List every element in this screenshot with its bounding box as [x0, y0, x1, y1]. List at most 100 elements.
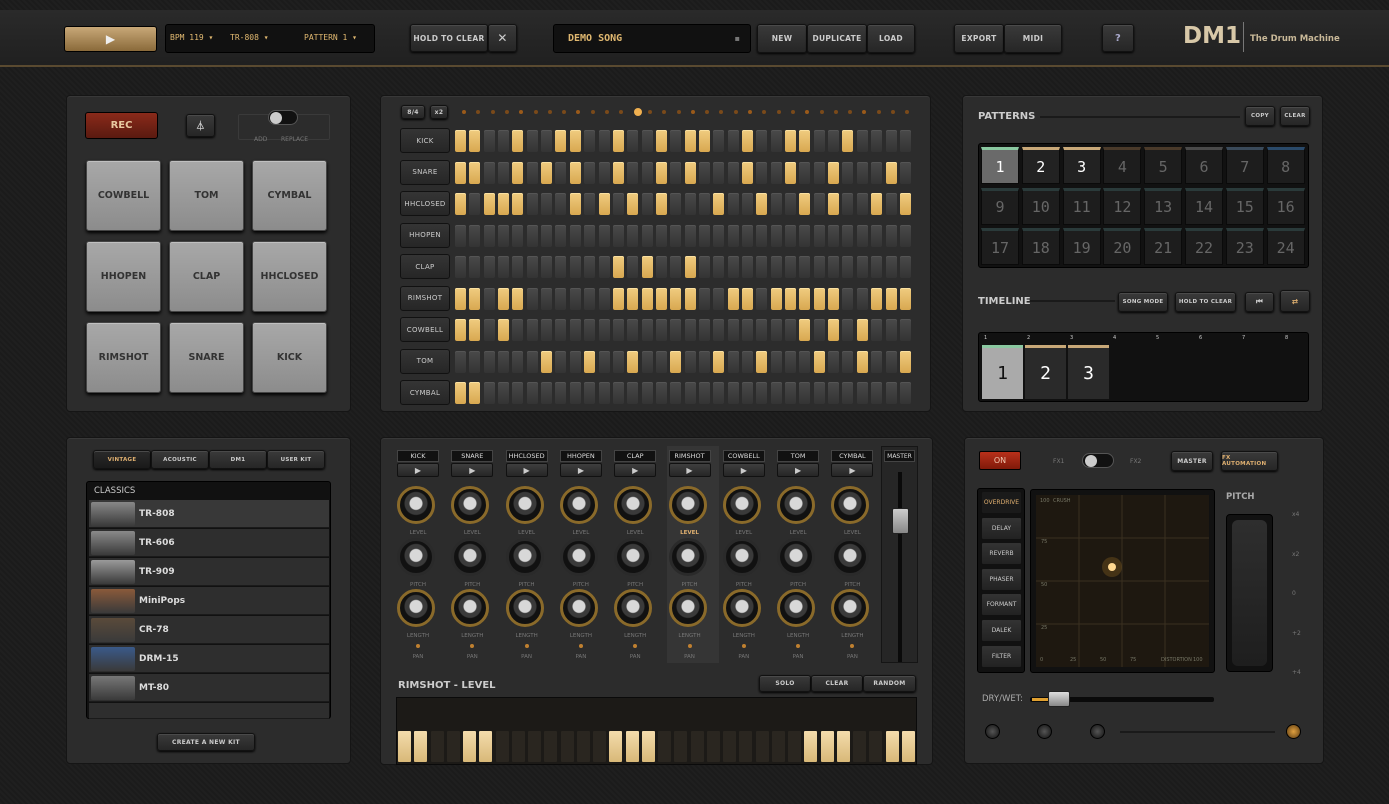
step-button[interactable]: [856, 287, 868, 310]
track-label-kick[interactable]: KICK: [400, 128, 450, 153]
step-button[interactable]: [483, 256, 495, 278]
step-button[interactable]: [727, 161, 739, 184]
step-button[interactable]: [799, 319, 811, 341]
pattern-cell-11[interactable]: 11: [1062, 187, 1101, 225]
step-button[interactable]: [541, 161, 553, 184]
fx-effect-formant[interactable]: FORMANT: [981, 593, 1022, 617]
step-button[interactable]: [483, 130, 495, 152]
step-button[interactable]: [512, 287, 524, 310]
step-button[interactable]: [555, 161, 567, 184]
channel-level-knob[interactable]: [668, 486, 707, 524]
step-button[interactable]: [526, 130, 538, 152]
step-button[interactable]: [612, 224, 624, 247]
step-button[interactable]: [455, 130, 466, 152]
step-button[interactable]: [813, 161, 825, 184]
level-step[interactable]: [869, 731, 883, 762]
step-button[interactable]: [541, 130, 553, 152]
step-button[interactable]: [541, 319, 553, 341]
step-button[interactable]: [526, 161, 538, 184]
step-button[interactable]: [512, 193, 524, 215]
step-button[interactable]: [785, 130, 797, 152]
step-button[interactable]: [526, 287, 538, 310]
pattern-cell-5[interactable]: 5: [1144, 147, 1183, 184]
level-step[interactable]: [398, 731, 411, 762]
step-button[interactable]: [713, 256, 725, 278]
step-button[interactable]: [555, 382, 567, 404]
step-button[interactable]: [899, 382, 911, 404]
step-button[interactable]: [469, 130, 481, 152]
pattern-cell-6[interactable]: 6: [1185, 147, 1223, 184]
step-button[interactable]: [885, 130, 897, 152]
step-button[interactable]: [627, 256, 639, 278]
pattern-cell-1[interactable]: 1: [981, 147, 1019, 184]
fx-knob-3[interactable]: [1090, 724, 1105, 739]
channel-length-knob[interactable]: [777, 589, 816, 627]
step-button[interactable]: [526, 256, 538, 278]
channel-length-knob[interactable]: [505, 589, 544, 627]
step-button[interactable]: [498, 382, 510, 404]
level-step[interactable]: [853, 731, 866, 762]
step-button[interactable]: [856, 319, 868, 341]
step-button[interactable]: [756, 350, 768, 373]
step-button[interactable]: [885, 287, 897, 310]
step-button[interactable]: [455, 319, 466, 341]
step-button[interactable]: [569, 350, 581, 373]
step-button[interactable]: [828, 382, 840, 404]
pattern-cell-7[interactable]: 7: [1225, 147, 1264, 184]
step-button[interactable]: [756, 287, 768, 310]
pattern-cell-23[interactable]: 23: [1225, 228, 1264, 265]
pattern-cell-2[interactable]: 2: [1021, 147, 1060, 184]
pattern-cell-24[interactable]: 24: [1266, 228, 1305, 265]
channel-level-knob[interactable]: [777, 486, 816, 524]
channel-level-knob[interactable]: [831, 486, 870, 524]
step-button[interactable]: [813, 193, 825, 215]
channel-play-button[interactable]: ▶: [831, 463, 874, 477]
step-button[interactable]: [828, 350, 840, 373]
channel-pitch-knob[interactable]: [505, 538, 544, 576]
kit-item-cr-78[interactable]: CR-78: [89, 616, 329, 644]
copy-pattern-button[interactable]: COPY: [1245, 106, 1275, 126]
level-step[interactable]: [463, 731, 476, 762]
track-label-rimshot[interactable]: RIMSHOT: [400, 285, 450, 311]
pattern-cell-20[interactable]: 20: [1103, 228, 1142, 265]
step-button[interactable]: [655, 256, 667, 278]
step-button[interactable]: [899, 224, 911, 247]
step-button[interactable]: [455, 193, 466, 215]
bpm-select[interactable]: BPM 119 ▾: [170, 33, 222, 42]
hold-to-clear-button[interactable]: HOLD TO CLEAR: [410, 24, 488, 52]
step-button[interactable]: [785, 256, 797, 278]
step-button[interactable]: [498, 161, 510, 184]
load-song-button[interactable]: LOAD: [867, 24, 915, 53]
channel-level-knob[interactable]: [722, 486, 761, 524]
step-button[interactable]: [713, 350, 725, 373]
step-button[interactable]: [469, 287, 481, 310]
metronome-button[interactable]: ⏃: [186, 114, 215, 137]
step-button[interactable]: [770, 319, 782, 341]
step-button[interactable]: [842, 287, 854, 310]
step-button[interactable]: [655, 161, 667, 184]
step-button[interactable]: [885, 319, 897, 341]
step-button[interactable]: [598, 130, 610, 152]
level-step[interactable]: [739, 731, 753, 762]
step-button[interactable]: [498, 350, 510, 373]
toggle-knob[interactable]: [268, 110, 298, 125]
rewind-button[interactable]: ⏮: [1245, 292, 1274, 312]
step-button[interactable]: [871, 161, 883, 184]
step-button[interactable]: [569, 382, 581, 404]
xy-pad[interactable]: [1036, 495, 1209, 667]
level-step[interactable]: [706, 731, 720, 762]
step-button[interactable]: [813, 287, 825, 310]
step-button[interactable]: [713, 224, 725, 247]
step-button[interactable]: [885, 193, 897, 215]
step-button[interactable]: [612, 193, 624, 215]
step-button[interactable]: [670, 287, 682, 310]
step-button[interactable]: [569, 161, 581, 184]
step-button[interactable]: [799, 224, 811, 247]
step-button[interactable]: [742, 224, 753, 247]
step-button[interactable]: [899, 130, 911, 152]
step-button[interactable]: [670, 382, 682, 404]
step-button[interactable]: [469, 256, 481, 278]
timeline-hold-to-clear-button[interactable]: HOLD TO CLEAR: [1175, 292, 1236, 312]
export-button[interactable]: EXPORT: [954, 24, 1004, 53]
level-step[interactable]: [690, 731, 704, 762]
